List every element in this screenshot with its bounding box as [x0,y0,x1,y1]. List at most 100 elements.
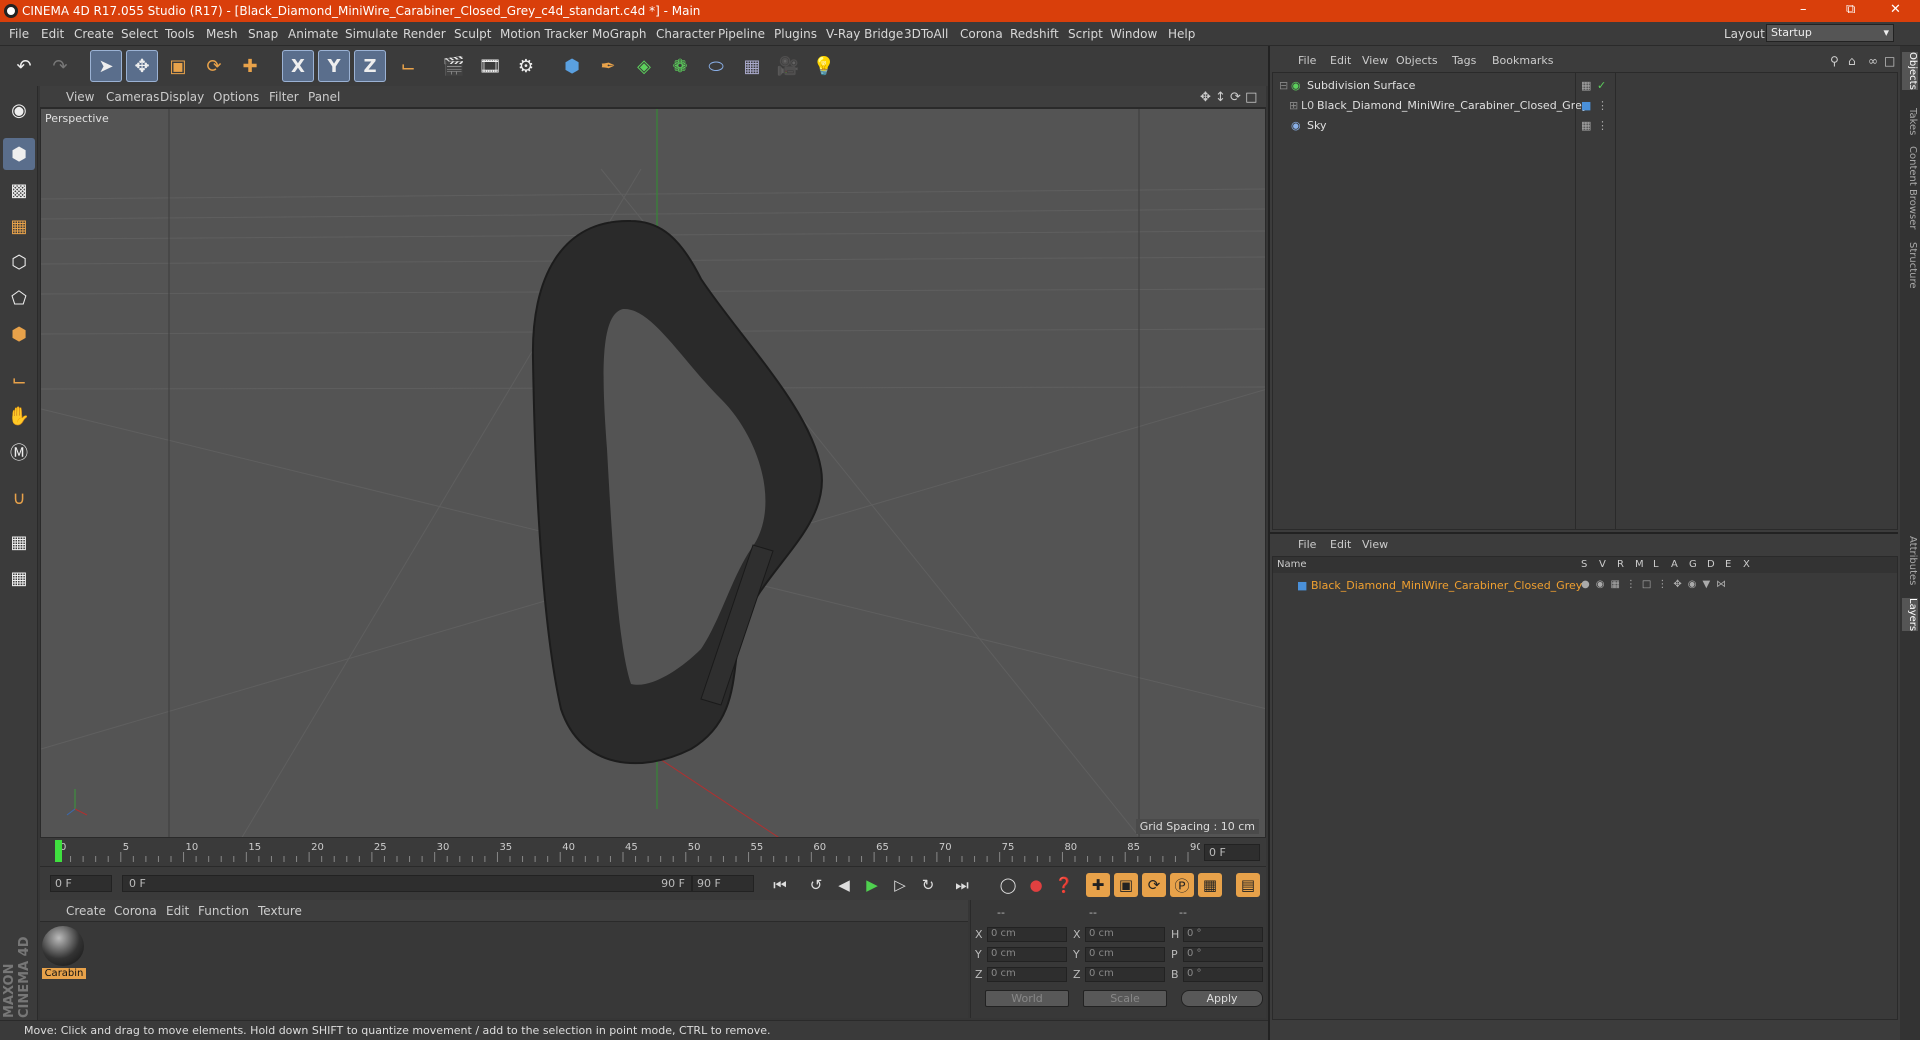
floor-grid-icon[interactable]: ▦ [736,50,768,82]
light-icon[interactable]: 💡 [808,50,840,82]
menu-help[interactable]: Help [1168,27,1195,41]
layer-flag-icons[interactable]: ●◉▦⋮□⋮✥◉▼⋈ [1581,579,1732,590]
cube-icon[interactable]: ⬢ [556,50,588,82]
end-frame-field[interactable]: 90 F [692,875,754,892]
home-icon[interactable]: ⌂ [1848,54,1856,68]
tab-objects[interactable]: Objects [1902,52,1918,90]
camera-icon[interactable]: 🎥 [772,50,804,82]
viewport-menu-view[interactable]: View [66,90,94,104]
menu-simulate[interactable]: Simulate [345,27,398,41]
keyframe-icon[interactable]: ◯ [996,873,1020,897]
viewport-menu-cameras[interactable]: Cameras [106,90,159,104]
coord-pos-z-field[interactable]: 0 cm [987,967,1067,982]
menu-select[interactable]: Select [121,27,158,41]
key-rotation-icon[interactable]: ⟳ [1142,873,1166,897]
menu-file[interactable]: File [9,27,29,41]
close-icon[interactable]: ✕ [1890,2,1901,17]
menu-script[interactable]: Script [1068,27,1103,41]
move-icon[interactable]: ✥ [126,50,158,82]
menu-create[interactable]: Create [74,27,114,41]
menu-sculpt[interactable]: Sculpt [454,27,491,41]
obj-menu-tags[interactable]: Tags [1452,54,1476,67]
redo-icon[interactable]: ↷ [44,50,76,82]
perspective-viewport[interactable]: Perspective Grid Spacing : 10 cm [40,108,1266,838]
menu-pipeline[interactable]: Pipeline [718,27,765,41]
undo-icon[interactable]: ↶ [8,50,40,82]
tree-toggle-icon[interactable]: ⊞ [1289,99,1298,112]
menu-redshift[interactable]: Redshift [1010,27,1059,41]
pen-spline-icon[interactable]: ✒ [592,50,624,82]
menu-window[interactable]: Window [1110,27,1157,41]
select-icon[interactable]: ➤ [90,50,122,82]
menu-3dtoall[interactable]: 3DToAll [904,27,948,41]
coord-size-z-field[interactable]: 0 cm [1085,967,1165,982]
tab-attributes[interactable]: Attributes [1902,536,1918,585]
visibility-dots-icon[interactable]: ⋮ [1597,99,1608,112]
mat-menu-edit[interactable]: Edit [166,904,189,918]
layer-menu-view[interactable]: View [1362,538,1388,551]
key-position-icon[interactable]: ✚ [1086,873,1110,897]
menu-mograph[interactable]: MoGraph [592,27,647,41]
playhead-marker[interactable] [55,840,62,862]
menu-corona[interactable]: Corona [960,27,1003,41]
loop-icon[interactable]: ↻ [916,873,940,897]
object-row[interactable]: ◉ Sky ▦ ⋮ [1273,115,1897,135]
timeline-ruler[interactable]: 0 5 10 15 20 25 30 35 40 45 50 55 60 65 70 75 80 85 90 0 F [40,838,1266,866]
step-forward-icon[interactable]: ▷ [888,873,912,897]
subdivision-icon[interactable]: ◈ [628,50,660,82]
world-coord-icon[interactable]: ⌙ [392,50,424,82]
deformer-icon[interactable]: ⬭ [700,50,732,82]
texture-mode-icon[interactable]: ▩ [3,174,35,206]
search-icon[interactable]: ⚲ [1830,54,1839,68]
menu-tools[interactable]: Tools [165,27,195,41]
render-picture-queue-icon[interactable]: 🎞 [474,50,506,82]
obj-menu-edit[interactable]: Edit [1330,54,1351,67]
key-pla-icon[interactable]: ▦ [1198,873,1222,897]
menu-edit[interactable]: Edit [41,27,64,41]
viewport-menu-panel[interactable]: Panel [308,90,340,104]
coord-size-x-field[interactable]: 0 cm [1085,927,1165,942]
visibility-icon[interactable]: ▦ [1581,79,1591,92]
coord-rot-p-field[interactable]: 0 ° [1183,947,1263,962]
go-to-start-icon[interactable]: ⏮ [768,873,792,897]
viewport-menu-display[interactable]: Display [160,90,204,104]
auto-key-icon[interactable]: ❓ [1052,873,1076,897]
carabiner-model[interactable] [531,219,823,765]
polygons-mode-icon[interactable]: ⬢ [3,318,35,350]
object-row[interactable]: ⊟ ◉ Subdivision Surface ▦ ✓ [1273,75,1897,95]
obj-menu-objects[interactable]: Objects [1396,54,1438,67]
key-scale-icon[interactable]: ▣ [1114,873,1138,897]
lock-workplane-icon[interactable]: ▦ [3,526,35,558]
link-icon[interactable]: ∞ [1868,54,1878,68]
y-axis-icon[interactable]: Y [318,50,350,82]
move-plus-icon[interactable]: ✚ [234,50,266,82]
layer-row[interactable]: ■ Black_Diamond_MiniWire_Carabiner_Close… [1273,575,1897,595]
layer-color-icon[interactable]: ■ [1297,579,1307,592]
obj-menu-view[interactable]: View [1362,54,1388,67]
key-param-icon[interactable]: Ⓟ [1170,873,1194,897]
record-icon[interactable]: ● [1024,873,1048,897]
menu-mesh[interactable]: Mesh [206,27,238,41]
frame-range-slider[interactable]: 0 F 90 F [122,875,692,892]
visibility-icon[interactable]: ▦ [1581,119,1591,132]
rotate-icon[interactable]: ⟳ [198,50,230,82]
scale-icon[interactable]: ▣ [162,50,194,82]
coord-size-y-field[interactable]: 0 cm [1085,947,1165,962]
coord-rot-h-field[interactable]: 0 ° [1183,927,1263,942]
apply-button[interactable]: Apply [1181,990,1263,1007]
play-backward-icon[interactable]: ◀ [832,873,856,897]
axis-mode-icon[interactable]: ⌙ [3,364,35,396]
coord-pos-x-field[interactable]: 0 cm [987,927,1067,942]
play-icon[interactable]: ▶ [860,873,884,897]
tab-structure[interactable]: Structure [1902,242,1918,289]
obj-menu-file[interactable]: File [1298,54,1316,67]
menu-plugins[interactable]: Plugins [774,27,817,41]
start-frame-field[interactable]: 0 F [50,875,112,892]
step-back-icon[interactable]: ↺ [804,873,828,897]
mograph-cloner-icon[interactable]: ❁ [664,50,696,82]
tab-content-browser[interactable]: Content Browser [1902,146,1918,229]
make-editable-icon[interactable]: ◉ [3,94,35,126]
material-swatch[interactable]: Carabin [42,926,86,982]
tree-toggle-icon[interactable]: ⊟ [1279,79,1288,92]
menu-vray-bridge[interactable]: V-Ray Bridge [826,27,903,41]
